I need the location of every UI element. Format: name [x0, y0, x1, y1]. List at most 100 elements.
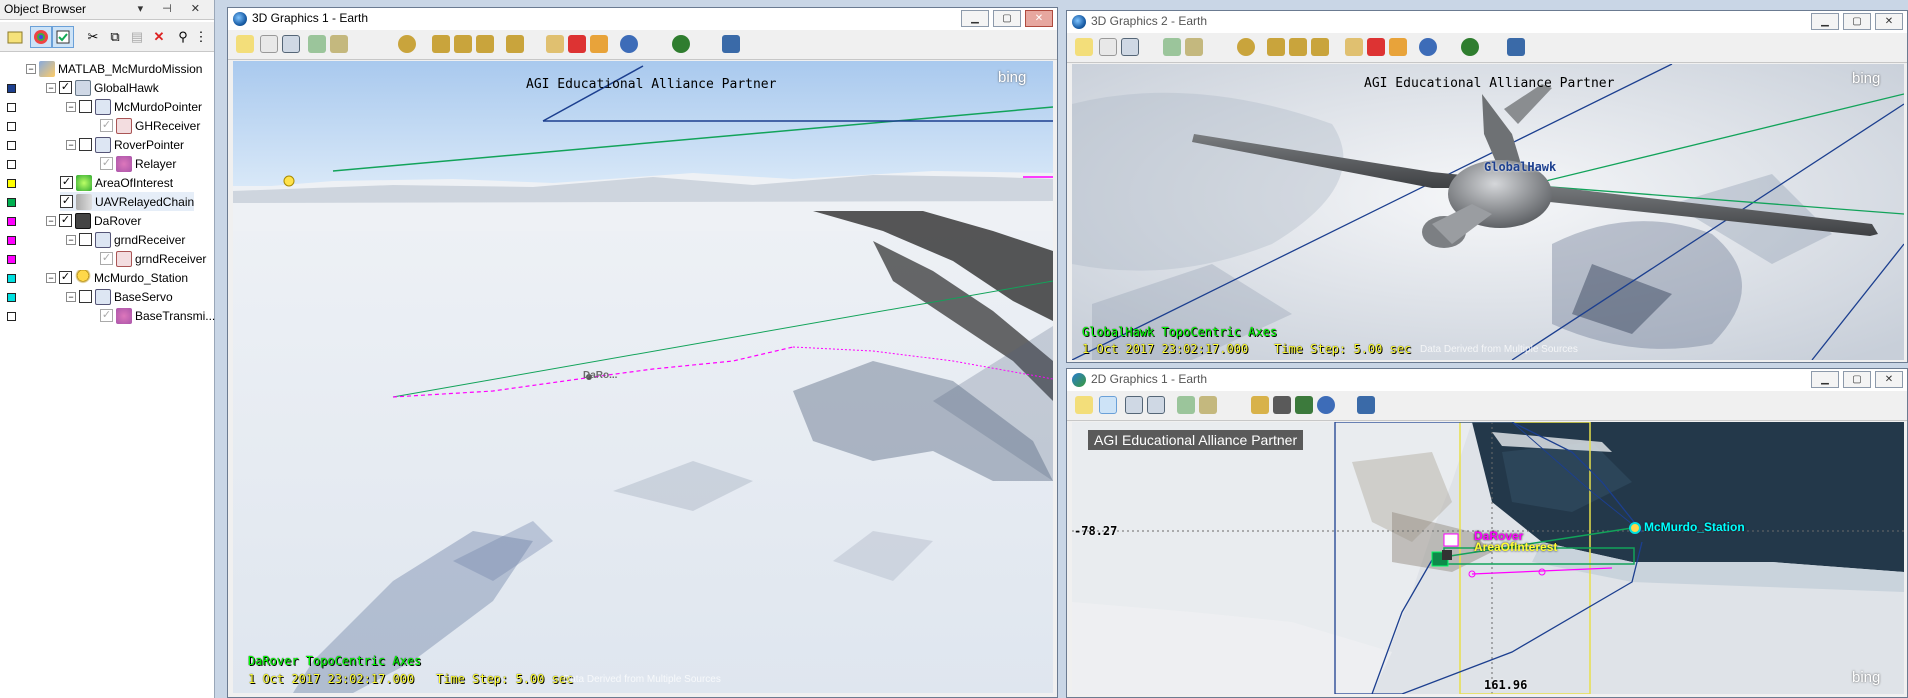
color-swatch-baseservo[interactable] — [7, 293, 16, 302]
collapse-icon[interactable]: − — [46, 82, 56, 93]
panel-pin-icons[interactable]: ▾ ⊣ ✕ — [138, 2, 208, 15]
color-swatch-mcmurdo[interactable] — [7, 274, 16, 283]
tree-item-ghreceiver[interactable]: ✓ GHReceiver — [100, 116, 200, 135]
tree-item-darover[interactable]: − ✓ DaRover — [46, 211, 141, 230]
tree-item-roverpointer[interactable]: − RoverPointer — [66, 135, 184, 154]
visibility-checkbox[interactable]: ✓ — [100, 157, 113, 170]
visibility-checkbox[interactable]: ✓ — [60, 176, 73, 189]
tree-item-mcmurdopointer[interactable]: − McMurdoPointer — [66, 97, 202, 116]
color-swatch-globalhawk[interactable] — [7, 84, 16, 93]
3d-viewport-1[interactable]: AGI Educational Alliance Partner bing Da… — [233, 61, 1053, 693]
visibility-checkbox[interactable]: ✓ — [59, 271, 72, 284]
collapse-icon[interactable]: − — [66, 234, 76, 245]
collapse-icon[interactable]: − — [46, 215, 56, 226]
maximize-button[interactable]: ▢ — [1843, 13, 1871, 30]
tree-item-scenario[interactable]: − MATLAB_McMurdoMission — [26, 59, 202, 78]
pan-hand-icon[interactable] — [260, 35, 278, 53]
zoom-in-icon[interactable] — [1125, 396, 1143, 414]
window-titlebar[interactable]: 3D Graphics 1 - Earth ▁ ▢ ✕ — [228, 8, 1057, 30]
copy-icon[interactable]: ⧉ — [104, 26, 126, 48]
globe-manager-icon[interactable] — [722, 35, 740, 53]
tree-item-grndreceiver[interactable]: ✓ grndReceiver — [100, 249, 206, 268]
check-visible-icon[interactable] — [52, 26, 74, 48]
earth-icon[interactable] — [1461, 38, 1479, 56]
visibility-checkbox[interactable]: ✓ — [59, 214, 72, 227]
2d-map-viewport[interactable]: AGI Educational Alliance Partner -78.27 … — [1072, 422, 1904, 694]
color-swatch[interactable] — [7, 160, 16, 169]
pan-hand-icon[interactable] — [1099, 38, 1117, 56]
collapse-icon[interactable]: − — [66, 139, 76, 150]
tree-item-uavrelayedchain[interactable]: ✓ UAVRelayedChain — [60, 192, 195, 211]
close-button[interactable]: ✕ — [1025, 10, 1053, 27]
grid-icon[interactable] — [1251, 396, 1269, 414]
view-from-icon[interactable] — [398, 35, 416, 53]
globe-tool-icon[interactable] — [1317, 396, 1335, 414]
view-from-icon[interactable] — [1237, 38, 1255, 56]
close-button[interactable]: ✕ — [1875, 371, 1903, 388]
orient-icon[interactable] — [476, 35, 494, 53]
minimize-button[interactable]: ▁ — [1811, 371, 1839, 388]
maximize-button[interactable]: ▢ — [1843, 371, 1871, 388]
tree-item-mcmurdo-station[interactable]: − ✓ McMurdo_Station — [46, 268, 188, 287]
collapse-icon[interactable]: − — [26, 63, 36, 74]
record-icon[interactable] — [330, 35, 348, 53]
visibility-checkbox[interactable]: ✓ — [100, 119, 113, 132]
ruler-icon[interactable] — [1389, 38, 1407, 56]
zoom-icon[interactable] — [1121, 38, 1139, 56]
close-button[interactable]: ✕ — [1875, 13, 1903, 30]
color-swatch[interactable] — [7, 103, 16, 112]
pencil-icon[interactable] — [1345, 38, 1363, 56]
visibility-checkbox[interactable]: ✓ — [60, 195, 73, 208]
globe-manager-icon[interactable] — [1357, 396, 1375, 414]
visibility-checkbox[interactable] — [79, 138, 92, 151]
orient-icon[interactable] — [1311, 38, 1329, 56]
color-swatch[interactable] — [7, 141, 16, 150]
properties-icon[interactable] — [1075, 396, 1093, 414]
pan-hand-icon[interactable] — [1099, 396, 1117, 414]
globe-manager-icon[interactable] — [1507, 38, 1525, 56]
color-swatch[interactable] — [7, 122, 16, 131]
red-pencil-icon[interactable] — [568, 35, 586, 53]
delete-icon[interactable]: ✕ — [148, 26, 170, 48]
zoom-to-icon[interactable] — [1289, 38, 1307, 56]
color-swatch-areaofinterest[interactable] — [7, 179, 16, 188]
tree-item-grndreceiver-sensor[interactable]: − grndReceiver — [66, 230, 185, 249]
snapshot-icon[interactable] — [1163, 38, 1181, 56]
tree-item-baseservo[interactable]: − BaseServo — [66, 287, 173, 306]
zoom-icon[interactable] — [282, 35, 300, 53]
tree-item-basetransmitter[interactable]: ✓ BaseTransmi... — [100, 306, 215, 325]
properties-icon[interactable] — [236, 35, 254, 53]
cut-icon[interactable]: ✂ — [82, 26, 104, 48]
visibility-checkbox[interactable]: ✓ — [59, 81, 72, 94]
maximize-button[interactable]: ▢ — [993, 10, 1021, 27]
new-object-icon[interactable] — [4, 26, 26, 48]
visibility-checkbox[interactable] — [79, 233, 92, 246]
snapshot-icon[interactable] — [1177, 396, 1195, 414]
paste-icon[interactable]: ▤ — [126, 26, 148, 48]
properties-icon[interactable] — [1075, 38, 1093, 56]
3d-viewport-2[interactable]: AGI Educational Alliance Partner bing Gl… — [1072, 64, 1904, 360]
visibility-checkbox[interactable] — [79, 100, 92, 113]
globe-tool-icon[interactable] — [1419, 38, 1437, 56]
color-swatch-chain[interactable] — [7, 198, 16, 207]
minimize-button[interactable]: ▁ — [1811, 13, 1839, 30]
collapse-icon[interactable]: − — [66, 101, 76, 112]
tree-item-relayer[interactable]: ✓ Relayer — [100, 154, 176, 173]
record-icon[interactable] — [1185, 38, 1203, 56]
label-icon[interactable] — [1273, 396, 1291, 414]
measure-icon[interactable] — [506, 35, 524, 53]
minimize-button[interactable]: ▁ — [961, 10, 989, 27]
globe-tool-icon[interactable] — [620, 35, 638, 53]
collapse-icon[interactable]: − — [46, 272, 56, 283]
color-swatch-darover[interactable] — [7, 217, 16, 226]
zoom-out-icon[interactable] — [1147, 396, 1165, 414]
binoculars-icon[interactable]: ⚲ — [172, 26, 194, 48]
tree-item-globalhawk[interactable]: − ✓ GlobalHawk — [46, 78, 159, 97]
layers-icon[interactable] — [1295, 396, 1313, 414]
earth-icon[interactable] — [672, 35, 690, 53]
color-wheel-icon[interactable] — [30, 26, 52, 48]
home-view-icon[interactable] — [432, 35, 450, 53]
home-view-icon[interactable] — [1267, 38, 1285, 56]
pencil-icon[interactable] — [546, 35, 564, 53]
toolbar-overflow-icon[interactable]: ⋮ — [194, 26, 208, 48]
